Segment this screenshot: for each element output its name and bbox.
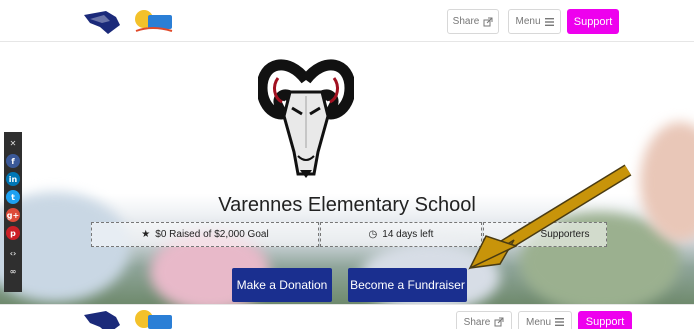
twitter-icon[interactable]: t [6, 190, 20, 204]
menu-button-bottom[interactable]: Menu [518, 311, 572, 329]
hamburger-icon [555, 318, 564, 326]
share-label: Share [463, 316, 491, 328]
become-fundraiser-button[interactable]: Become a Fundraiser [348, 268, 467, 302]
clock-icon: ◷ [368, 229, 378, 240]
supporters-stat: Supporters [483, 222, 607, 247]
support-label: Support [585, 316, 625, 328]
hamburger-icon [544, 17, 554, 26]
raised-stat: ★ $0 Raised of $2,000 Goal [91, 222, 319, 247]
social-share-bar: ✕ f in t g+ p ‹› ∞ [4, 132, 22, 292]
raised-text: $0 Raised of $2,000 Goal [155, 229, 269, 240]
state-logo-icon[interactable] [82, 309, 122, 329]
state-logo-icon[interactable] [82, 9, 122, 35]
google-plus-icon[interactable]: g+ [6, 208, 20, 222]
make-donation-button[interactable]: Make a Donation [232, 268, 332, 302]
days-left-stat: ◷ 14 days left [320, 222, 482, 247]
make-donation-label: Make a Donation [236, 278, 328, 292]
ram-mascot-logo [258, 59, 354, 178]
share-button-bottom[interactable]: Share [456, 311, 512, 329]
bottom-navbar: Share Menu Support [0, 304, 694, 329]
share-icon [494, 317, 504, 327]
menu-label: Menu [515, 16, 541, 27]
share-label: Share [452, 16, 480, 27]
share-icon [483, 17, 493, 26]
facebook-icon[interactable]: f [6, 154, 20, 168]
menu-label: Menu [525, 316, 551, 328]
top-navbar: Share Menu Support [0, 0, 694, 42]
days-left-text: 14 days left [382, 229, 434, 240]
embed-icon[interactable]: ‹› [6, 246, 20, 260]
support-label: Support [573, 15, 613, 28]
star-icon: ★ [141, 229, 151, 240]
become-fundraiser-label: Become a Fundraiser [350, 278, 465, 292]
fit-logo-icon[interactable] [132, 7, 174, 35]
support-button[interactable]: Support [567, 9, 619, 34]
support-button-bottom[interactable]: Support [578, 311, 632, 329]
close-icon[interactable]: ✕ [6, 136, 20, 150]
supporters-text: Supporters [540, 229, 590, 240]
linkedin-icon[interactable]: in [6, 172, 20, 186]
menu-button[interactable]: Menu [508, 9, 561, 34]
share-button[interactable]: Share [447, 9, 499, 34]
pinterest-icon[interactable]: p [6, 226, 20, 240]
fit-logo-icon[interactable] [132, 307, 174, 329]
school-name: Varennes Elementary School [218, 194, 476, 216]
campaign-hero: Varennes Elementary School ★ $0 Raised o… [0, 42, 694, 304]
link-icon[interactable]: ∞ [6, 264, 20, 278]
